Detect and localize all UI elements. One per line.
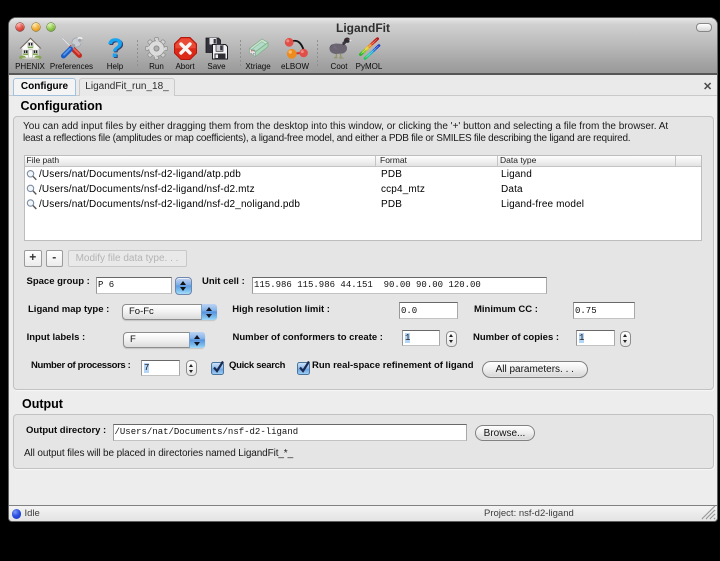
svg-text:?: ? <box>106 36 123 61</box>
